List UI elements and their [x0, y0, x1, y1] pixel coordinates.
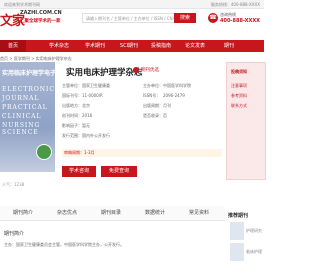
info-value: 北京 [82, 103, 90, 108]
notice-item[interactable]: 注意事项 [231, 83, 247, 89]
info-label: 是否收录： [143, 113, 163, 118]
notice-title: 投稿须知 [231, 69, 247, 74]
cover-title: 实用临床护理学电子杂志 [2, 70, 55, 77]
info-label: ISSN号： [143, 93, 161, 98]
badge-icon [133, 67, 139, 73]
nav-sci[interactable]: SCI期刊 [116, 40, 142, 52]
consult-button[interactable]: 学术咨询 [62, 166, 96, 177]
nav-home[interactable]: 首页 [0, 40, 26, 52]
main-nav: 首页 学术杂志 学术期刊 SCI期刊 投稿指南 论文发表 期刊 [0, 40, 264, 52]
info-value: 11-0000/R [82, 93, 103, 98]
journal-title: 实用电床护理学杂志 [66, 68, 143, 78]
tab-intro[interactable]: 期刊简介 [6, 206, 40, 220]
info-label: 主办单位： [143, 83, 163, 88]
info-value: 2096-2479 [163, 93, 185, 98]
nav-magazines[interactable]: 学术杂志 [46, 40, 72, 52]
notice-panel: 投稿须知 注意事项 参考资料 联系方式 [226, 62, 266, 180]
phone-icon: ☎ [208, 13, 218, 23]
welcome-text: 欢迎来到学术期刊网 [4, 2, 40, 7]
cover-en-line: JOURNAL [2, 95, 40, 102]
info-value: 月刊 [163, 103, 171, 108]
nav-more[interactable]: 期刊 [216, 40, 242, 52]
info-value: 否 [163, 113, 167, 118]
cover-en-line: CLINICAL [2, 113, 42, 120]
impact-factor: 影响因子：暂无 [62, 123, 90, 128]
info-value: 中国医学科学院 [163, 83, 191, 88]
search-button[interactable]: 搜索 [174, 13, 196, 23]
detail-tabs: 期刊简介 杂志优点 期刊目录 数据统计 常见资料 [0, 206, 225, 221]
tab-advantages[interactable]: 杂志优点 [50, 206, 84, 220]
logo-url: ZAZHI.COM.CN [20, 10, 62, 16]
side-heading: 推荐期刊 [228, 213, 249, 219]
info-label: 创刊时间： [62, 113, 82, 118]
cover-stats: 人气：1238 [2, 182, 25, 187]
info-label: 国际刊号： [62, 93, 82, 98]
notice-item[interactable]: 参考资料 [231, 93, 247, 99]
nav-journals[interactable]: 学术期刊 [82, 40, 108, 52]
nav-guide[interactable]: 投稿指南 [148, 40, 174, 52]
journal-cover[interactable]: 实用临床护理学电子杂志 ELECTRONIC JOURNAL PRACTICAL… [0, 62, 55, 172]
hotline-text: 服务热线：400-888-XXXX [210, 2, 260, 7]
side-item[interactable]: 护理研究 [246, 228, 262, 234]
side-thumbnail[interactable] [230, 243, 244, 261]
cover-seal-icon [36, 144, 52, 160]
side-thumbnail[interactable] [230, 222, 244, 240]
cover-en-line: NURSING SCIENCE [2, 122, 41, 136]
info-label: 出版地方： [62, 103, 82, 108]
journal-badge: 期刊优选 [141, 68, 159, 73]
tab-materials[interactable]: 常见资料 [182, 206, 216, 220]
info-label: 主管单位： [62, 83, 82, 88]
distribution: 发行范围：国内外公开发行 [62, 133, 110, 138]
free-check-button[interactable]: 免费查询 [101, 166, 137, 177]
info-value: 国家卫生健康委 [82, 83, 110, 88]
tab-stats[interactable]: 数据统计 [138, 206, 172, 220]
search-input[interactable]: 请输入期刊名 / 主管单位 / 主办单位 / ISSN / CN号 [82, 13, 174, 23]
tab-catalog[interactable]: 期刊目录 [94, 206, 128, 220]
logo-slogan: 汇聚全球学术的一家 [20, 19, 61, 24]
top-bar: 欢迎来到学术期刊网 服务热线：400-888-XXXX [0, 0, 264, 9]
section-line: 主办：国家卫生健康委员会主管，中国医学科学院主办，公开发行。 [4, 242, 124, 247]
cover-en-line: ELECTRONIC [2, 86, 55, 93]
cover-en-line: PRACTICAL [2, 104, 48, 111]
section-title: 期刊简介 [4, 231, 25, 237]
notice-item[interactable]: 联系方式 [231, 103, 247, 109]
side-item[interactable]: 临床护理 [246, 249, 262, 255]
phone-number: 400-888-XXXX [220, 18, 261, 24]
info-label: 出版周期： [143, 103, 163, 108]
review-cycle: 审稿周期：1-3月 [64, 150, 95, 155]
info-value: 2016 [82, 113, 93, 118]
nav-publish[interactable]: 论文发表 [182, 40, 208, 52]
